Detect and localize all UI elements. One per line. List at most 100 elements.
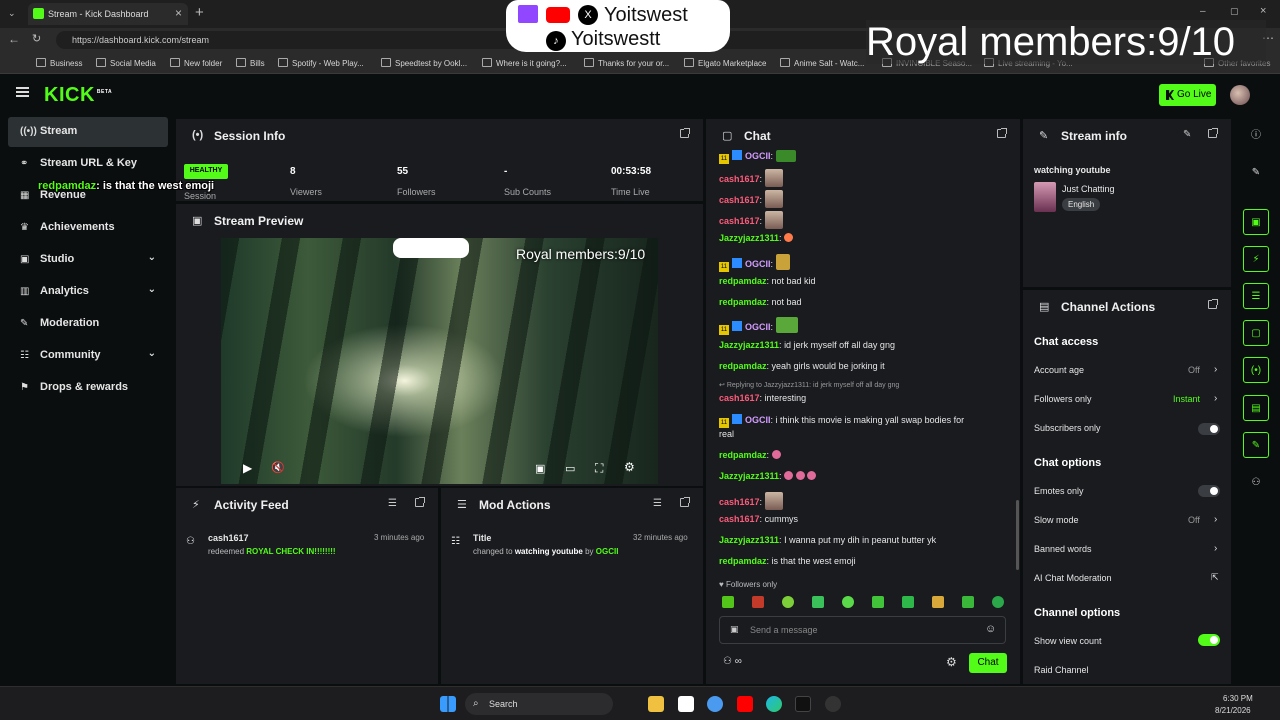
filter-icon[interactable]: ☰ bbox=[653, 498, 662, 509]
bookmark-item[interactable]: Anime Salt - Watc... bbox=[780, 58, 864, 68]
account-age-value[interactable]: Off bbox=[1188, 365, 1200, 375]
popout-icon[interactable] bbox=[1208, 299, 1218, 309]
banned-words-label[interactable]: Banned words bbox=[1034, 544, 1092, 554]
chevron-right-icon[interactable]: › bbox=[1214, 514, 1217, 525]
edit-pencil-icon[interactable]: ✎ bbox=[1243, 160, 1269, 186]
sidebar-item-stream[interactable]: ((•)) Stream bbox=[8, 117, 168, 147]
play-icon[interactable]: ▶ bbox=[243, 461, 252, 475]
slow-mode-value[interactable]: Off bbox=[1188, 515, 1200, 525]
emote-icon[interactable] bbox=[872, 596, 884, 608]
chevron-right-icon[interactable]: › bbox=[1214, 364, 1217, 375]
pip-icon[interactable]: ▣ bbox=[535, 462, 545, 475]
external-link-icon[interactable]: ⇱ bbox=[1211, 572, 1219, 583]
theater-icon[interactable]: ▭ bbox=[565, 462, 575, 475]
emote-icon[interactable] bbox=[962, 596, 974, 608]
sidebar-item-drops[interactable]: ⚑ Drops & rewards bbox=[8, 373, 168, 403]
ai-moderation-label[interactable]: AI Chat Moderation bbox=[1034, 573, 1112, 583]
bookmark-item[interactable]: Social Media bbox=[96, 58, 156, 68]
go-live-button[interactable]: Go Live bbox=[1159, 84, 1216, 106]
community-icon[interactable]: ⚇ bbox=[1243, 470, 1269, 496]
bookmark-item[interactable]: Speedtest by Ookl... bbox=[381, 58, 467, 68]
broadcast-icon[interactable]: (•) bbox=[1243, 357, 1269, 383]
file-explorer-icon[interactable] bbox=[648, 696, 664, 712]
emote-icon[interactable] bbox=[752, 596, 764, 608]
bookmark-item[interactable]: Elgato Marketplace bbox=[684, 58, 766, 68]
new-tab-icon[interactable]: + bbox=[195, 4, 204, 21]
bookmark-item[interactable]: Bills bbox=[236, 58, 265, 68]
tab-list-icon[interactable]: ⌄ bbox=[8, 8, 16, 19]
panel-header: ⚡ Activity Feed ☰ bbox=[176, 488, 438, 521]
mute-icon[interactable]: 🔇 bbox=[271, 461, 285, 474]
emote-icon[interactable] bbox=[902, 596, 914, 608]
edit-pencil-icon[interactable]: ✎ bbox=[1183, 129, 1191, 140]
chevron-down-icon: ⌄ bbox=[147, 284, 156, 295]
popout-icon[interactable] bbox=[1208, 128, 1218, 138]
app-icon[interactable] bbox=[707, 696, 723, 712]
emoji-picker-icon[interactable]: ☺ bbox=[985, 623, 996, 635]
chat-settings-gear-icon[interactable]: ⚙ bbox=[946, 655, 957, 669]
popout-icon[interactable] bbox=[680, 128, 690, 138]
bookmark-item[interactable]: Thanks for your or... bbox=[584, 58, 669, 68]
youtube-icon[interactable] bbox=[737, 696, 753, 712]
chat-bubble-icon[interactable]: ▢ bbox=[1243, 320, 1269, 346]
channel-actions-icon[interactable]: ▤ bbox=[1243, 395, 1269, 421]
minimize-icon[interactable]: – bbox=[1200, 6, 1206, 17]
popout-icon[interactable] bbox=[415, 497, 425, 507]
emote-icon[interactable] bbox=[992, 596, 1004, 608]
sub-badge-icon: 11 bbox=[719, 325, 729, 335]
stream-video[interactable]: Royal members:9/10 ▶ 🔇 ▣ ▭ ⛶ ⚙ bbox=[221, 238, 658, 484]
emote-icon[interactable] bbox=[722, 596, 734, 608]
reload-icon[interactable]: ↻ bbox=[32, 32, 41, 45]
popout-icon[interactable] bbox=[680, 497, 690, 507]
sidebar-item-community[interactable]: ☷ Community ⌄ bbox=[8, 341, 168, 371]
popout-icon[interactable] bbox=[997, 128, 1007, 138]
avatar[interactable] bbox=[1230, 85, 1250, 105]
roblox-icon[interactable] bbox=[678, 696, 694, 712]
followers-only-value[interactable]: Instant bbox=[1173, 394, 1200, 404]
chat-input[interactable]: ▣ Send a message ☺ bbox=[719, 616, 1006, 644]
show-view-count-toggle[interactable] bbox=[1198, 634, 1220, 646]
taskbar-search[interactable]: ⌕ Search bbox=[465, 693, 613, 715]
bookmark-item[interactable]: Where is it going?... bbox=[482, 58, 567, 68]
maximize-icon[interactable]: ▢ bbox=[1230, 6, 1239, 17]
filter-icon[interactable]: ☰ bbox=[388, 498, 397, 509]
bookmark-item[interactable]: Business bbox=[36, 58, 82, 68]
bookmark-item[interactable]: Spotify - Web Play... bbox=[278, 58, 364, 68]
sidebar-item-moderation[interactable]: ✎ Moderation bbox=[8, 309, 168, 339]
bolt-icon[interactable]: ⚡ bbox=[1243, 246, 1269, 272]
settings-gear-icon[interactable]: ⚙ bbox=[624, 460, 635, 474]
emote-icon[interactable] bbox=[782, 596, 794, 608]
community-points-icon[interactable]: ⚇ ∞ bbox=[723, 656, 742, 667]
back-icon[interactable]: ← bbox=[8, 32, 20, 46]
fullscreen-icon[interactable]: ⛶ bbox=[595, 461, 603, 476]
raid-channel-label[interactable]: Raid Channel bbox=[1034, 665, 1089, 675]
wrench-icon[interactable]: ✎ bbox=[1243, 432, 1269, 458]
sidebar-item-achievements[interactable]: ♛ Achievements bbox=[8, 213, 168, 243]
chat-send-button[interactable]: Chat bbox=[969, 653, 1007, 673]
browser-tab[interactable]: Stream - Kick Dashboard × bbox=[28, 3, 188, 25]
emotes-only-toggle[interactable] bbox=[1198, 485, 1220, 497]
close-tab-icon[interactable]: × bbox=[175, 6, 182, 20]
emote-icon[interactable] bbox=[812, 596, 824, 608]
info-icon[interactable]: ⓘ bbox=[1243, 123, 1269, 149]
chat-scrollbar[interactable] bbox=[1016, 500, 1019, 570]
emote-icon[interactable] bbox=[842, 596, 854, 608]
sidebar-item-analytics[interactable]: ▥ Analytics ⌄ bbox=[8, 277, 168, 307]
emote-icon[interactable] bbox=[932, 596, 944, 608]
hamburger-menu-icon[interactable] bbox=[16, 87, 29, 97]
chevron-right-icon[interactable]: › bbox=[1214, 543, 1217, 554]
sidebar-item-stream-url[interactable]: ⚭ Stream URL & Key bbox=[8, 149, 168, 179]
tiktok-icon[interactable] bbox=[795, 696, 811, 712]
bookmark-item[interactable]: New folder bbox=[170, 58, 222, 68]
sidebar-item-studio[interactable]: ▣ Studio ⌄ bbox=[8, 245, 168, 275]
obs-icon[interactable] bbox=[825, 696, 841, 712]
url-field[interactable]: https://dashboard.kick.com/stream bbox=[56, 31, 876, 49]
kick-logo[interactable]: KICK BETA bbox=[44, 84, 112, 107]
preview-icon[interactable]: ▣ bbox=[1243, 209, 1269, 235]
edge-browser-icon[interactable] bbox=[766, 696, 782, 712]
subscribers-only-toggle[interactable] bbox=[1198, 423, 1220, 435]
chevron-right-icon[interactable]: › bbox=[1214, 393, 1217, 404]
list-icon[interactable]: ☰ bbox=[1243, 283, 1269, 309]
close-window-icon[interactable]: × bbox=[1260, 5, 1266, 17]
windows-start-icon[interactable] bbox=[440, 696, 456, 712]
